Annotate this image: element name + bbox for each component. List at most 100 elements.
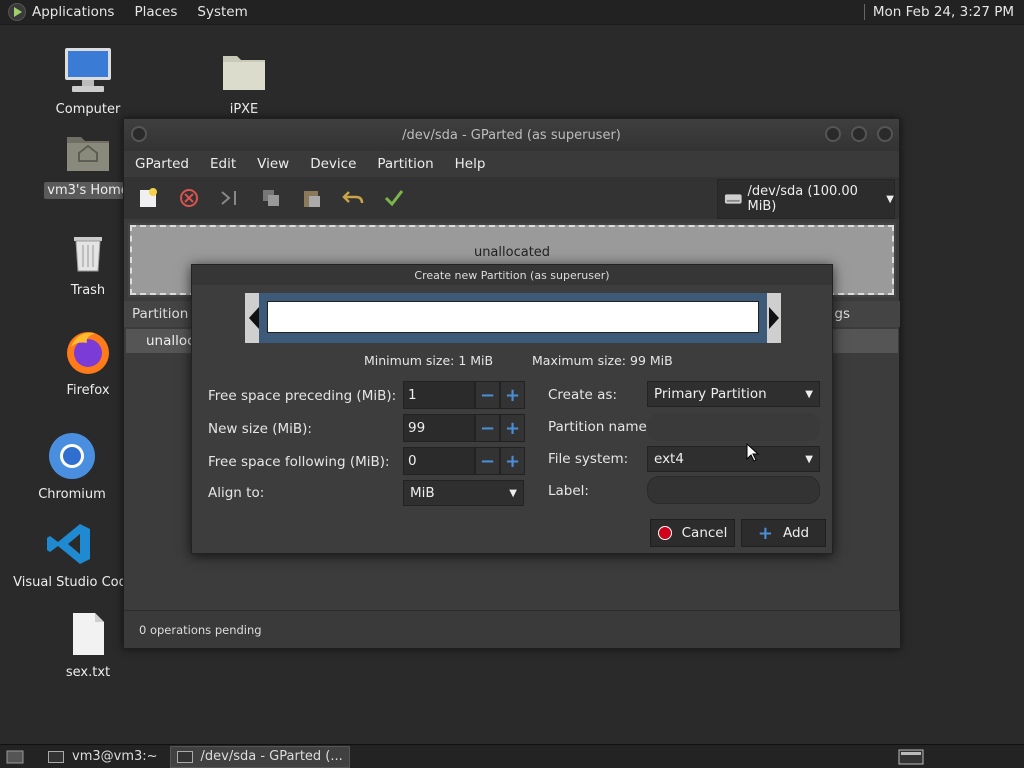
vscode-icon (44, 518, 96, 570)
top-panel: Applications Places System Mon Feb 24, 3… (0, 0, 1024, 25)
status-text: 0 operations pending (139, 622, 262, 637)
menu-view[interactable]: View (257, 156, 289, 172)
resize-move-button[interactable] (216, 184, 244, 212)
plus-icon: + (757, 522, 773, 544)
desktop-icon-label: Computer (55, 102, 121, 117)
partition-name-label: Partition name: (548, 419, 652, 435)
maximize-button[interactable] (851, 126, 867, 142)
add-button[interactable]: + Add (741, 519, 826, 547)
free-space-preceding-spinner[interactable]: 1 − + (403, 381, 525, 409)
cancel-icon (657, 526, 672, 540)
column-flags[interactable]: gs (834, 306, 850, 322)
new-size-spinner[interactable]: 99 − + (403, 414, 525, 442)
window-titlebar[interactable]: /dev/sda - GParted (as superuser) (124, 119, 899, 151)
folder-icon (218, 45, 270, 97)
plus-icon[interactable]: + (500, 447, 525, 475)
desktop-icon-chromium[interactable]: Chromium (22, 430, 122, 503)
free-space-following-spinner[interactable]: 0 − + (403, 447, 525, 475)
desktop-icon-vscode[interactable]: Visual Studio Cod (13, 518, 127, 591)
dropdown-arrow-icon: ▼ (509, 487, 517, 499)
firefox-icon (62, 326, 114, 378)
right-resize-handle-icon[interactable] (769, 307, 779, 329)
undo-button[interactable] (339, 184, 367, 212)
desktop-icon-label: Firefox (66, 383, 110, 398)
desktop-icon-ipxe[interactable]: iPXE (194, 45, 294, 118)
menu-edit[interactable]: Edit (210, 156, 236, 172)
show-desktop-icon (6, 750, 24, 763)
dropdown-arrow-icon: ▼ (805, 388, 813, 400)
panel-separator (863, 4, 865, 20)
add-label: Add (782, 525, 810, 541)
minus-icon[interactable]: − (475, 414, 500, 442)
new-partition-button[interactable] (134, 184, 162, 212)
left-resize-handle-icon[interactable] (249, 307, 259, 329)
free-space-preceding-input[interactable]: 1 (403, 381, 475, 409)
task-label: vm3@vm3:~ (72, 749, 158, 764)
menu-system[interactable]: System (197, 4, 247, 20)
clock[interactable]: Mon Feb 24, 3:27 PM (873, 4, 1014, 20)
column-partition[interactable]: Partition (132, 306, 188, 322)
file-system-combo[interactable]: ext4 ▼ (647, 446, 820, 472)
free-space-following-input[interactable]: 0 (403, 447, 475, 475)
workspace-icon (898, 749, 924, 764)
create-as-combo[interactable]: Primary Partition ▼ (647, 381, 820, 407)
workspace-switcher[interactable] (892, 746, 930, 768)
free-space-preceding-label: Free space preceding (MiB): (208, 388, 397, 404)
copy-button[interactable] (257, 184, 285, 212)
desktop-icon-label: Trash (70, 283, 106, 298)
minimize-button[interactable] (825, 126, 841, 142)
computer-icon (62, 45, 114, 97)
menu-logo-icon[interactable] (8, 3, 26, 21)
create-as-value: Primary Partition (654, 386, 767, 402)
home-folder-icon (62, 126, 114, 178)
status-bar: 0 operations pending (124, 610, 900, 648)
new-size-input[interactable]: 99 (403, 414, 475, 442)
partition-size-bar[interactable] (267, 301, 759, 333)
toolbar: /dev/sda (100.00 MiB) ▼ (124, 177, 899, 219)
close-button[interactable] (877, 126, 893, 142)
cancel-button[interactable]: Cancel (650, 519, 735, 547)
menu-partition[interactable]: Partition (377, 156, 433, 172)
device-selector[interactable]: /dev/sda (100.00 MiB) ▼ (717, 179, 895, 219)
row-partition: unalloc (146, 333, 195, 349)
desktop-icon-label: sex.txt (65, 665, 111, 680)
task-gparted[interactable]: /dev/sda - GParted (... (169, 745, 350, 768)
paste-icon (304, 191, 320, 207)
menu-applications[interactable]: Applications (32, 4, 114, 20)
disk-icon (724, 194, 742, 204)
task-label: /dev/sda - GParted (... (200, 749, 343, 764)
minus-icon[interactable]: − (475, 381, 500, 409)
trash-icon (62, 226, 114, 278)
menu-gparted[interactable]: GParted (135, 156, 189, 172)
menubar: GParted Edit View Device Partition Help (124, 151, 899, 177)
desktop-icon-label: Chromium (38, 487, 106, 502)
paste-button[interactable] (298, 184, 326, 212)
menu-places[interactable]: Places (134, 4, 177, 20)
align-to-value: MiB (410, 485, 435, 501)
label-field[interactable] (647, 476, 820, 504)
gparted-icon (176, 750, 193, 763)
task-terminal[interactable]: vm3@vm3:~ (42, 746, 164, 768)
partition-name-field[interactable] (647, 413, 820, 441)
desktop-icon-computer[interactable]: Computer (38, 45, 138, 118)
mouse-cursor-icon (746, 443, 760, 462)
window-menu-button[interactable] (131, 126, 147, 142)
dialog-title: Create new Partition (as superuser) (414, 268, 610, 282)
plus-icon[interactable]: + (500, 414, 525, 442)
undo-icon (342, 191, 364, 204)
taskbar: vm3@vm3:~ /dev/sda - GParted (... (0, 744, 1024, 768)
terminal-icon (48, 750, 64, 763)
label-label: Label: (548, 483, 589, 499)
menu-device[interactable]: Device (310, 156, 356, 172)
partition-resizer[interactable] (245, 293, 781, 343)
show-desktop-button[interactable] (0, 746, 30, 768)
apply-button[interactable] (380, 184, 408, 212)
minus-icon[interactable]: − (475, 447, 500, 475)
dialog-titlebar[interactable]: Create new Partition (as superuser) (192, 265, 832, 285)
menu-help[interactable]: Help (455, 156, 486, 172)
delete-partition-button[interactable] (175, 184, 203, 212)
align-to-combo[interactable]: MiB ▼ (403, 480, 524, 506)
new-icon (140, 188, 157, 207)
plus-icon[interactable]: + (500, 381, 525, 409)
copy-icon (263, 190, 279, 206)
